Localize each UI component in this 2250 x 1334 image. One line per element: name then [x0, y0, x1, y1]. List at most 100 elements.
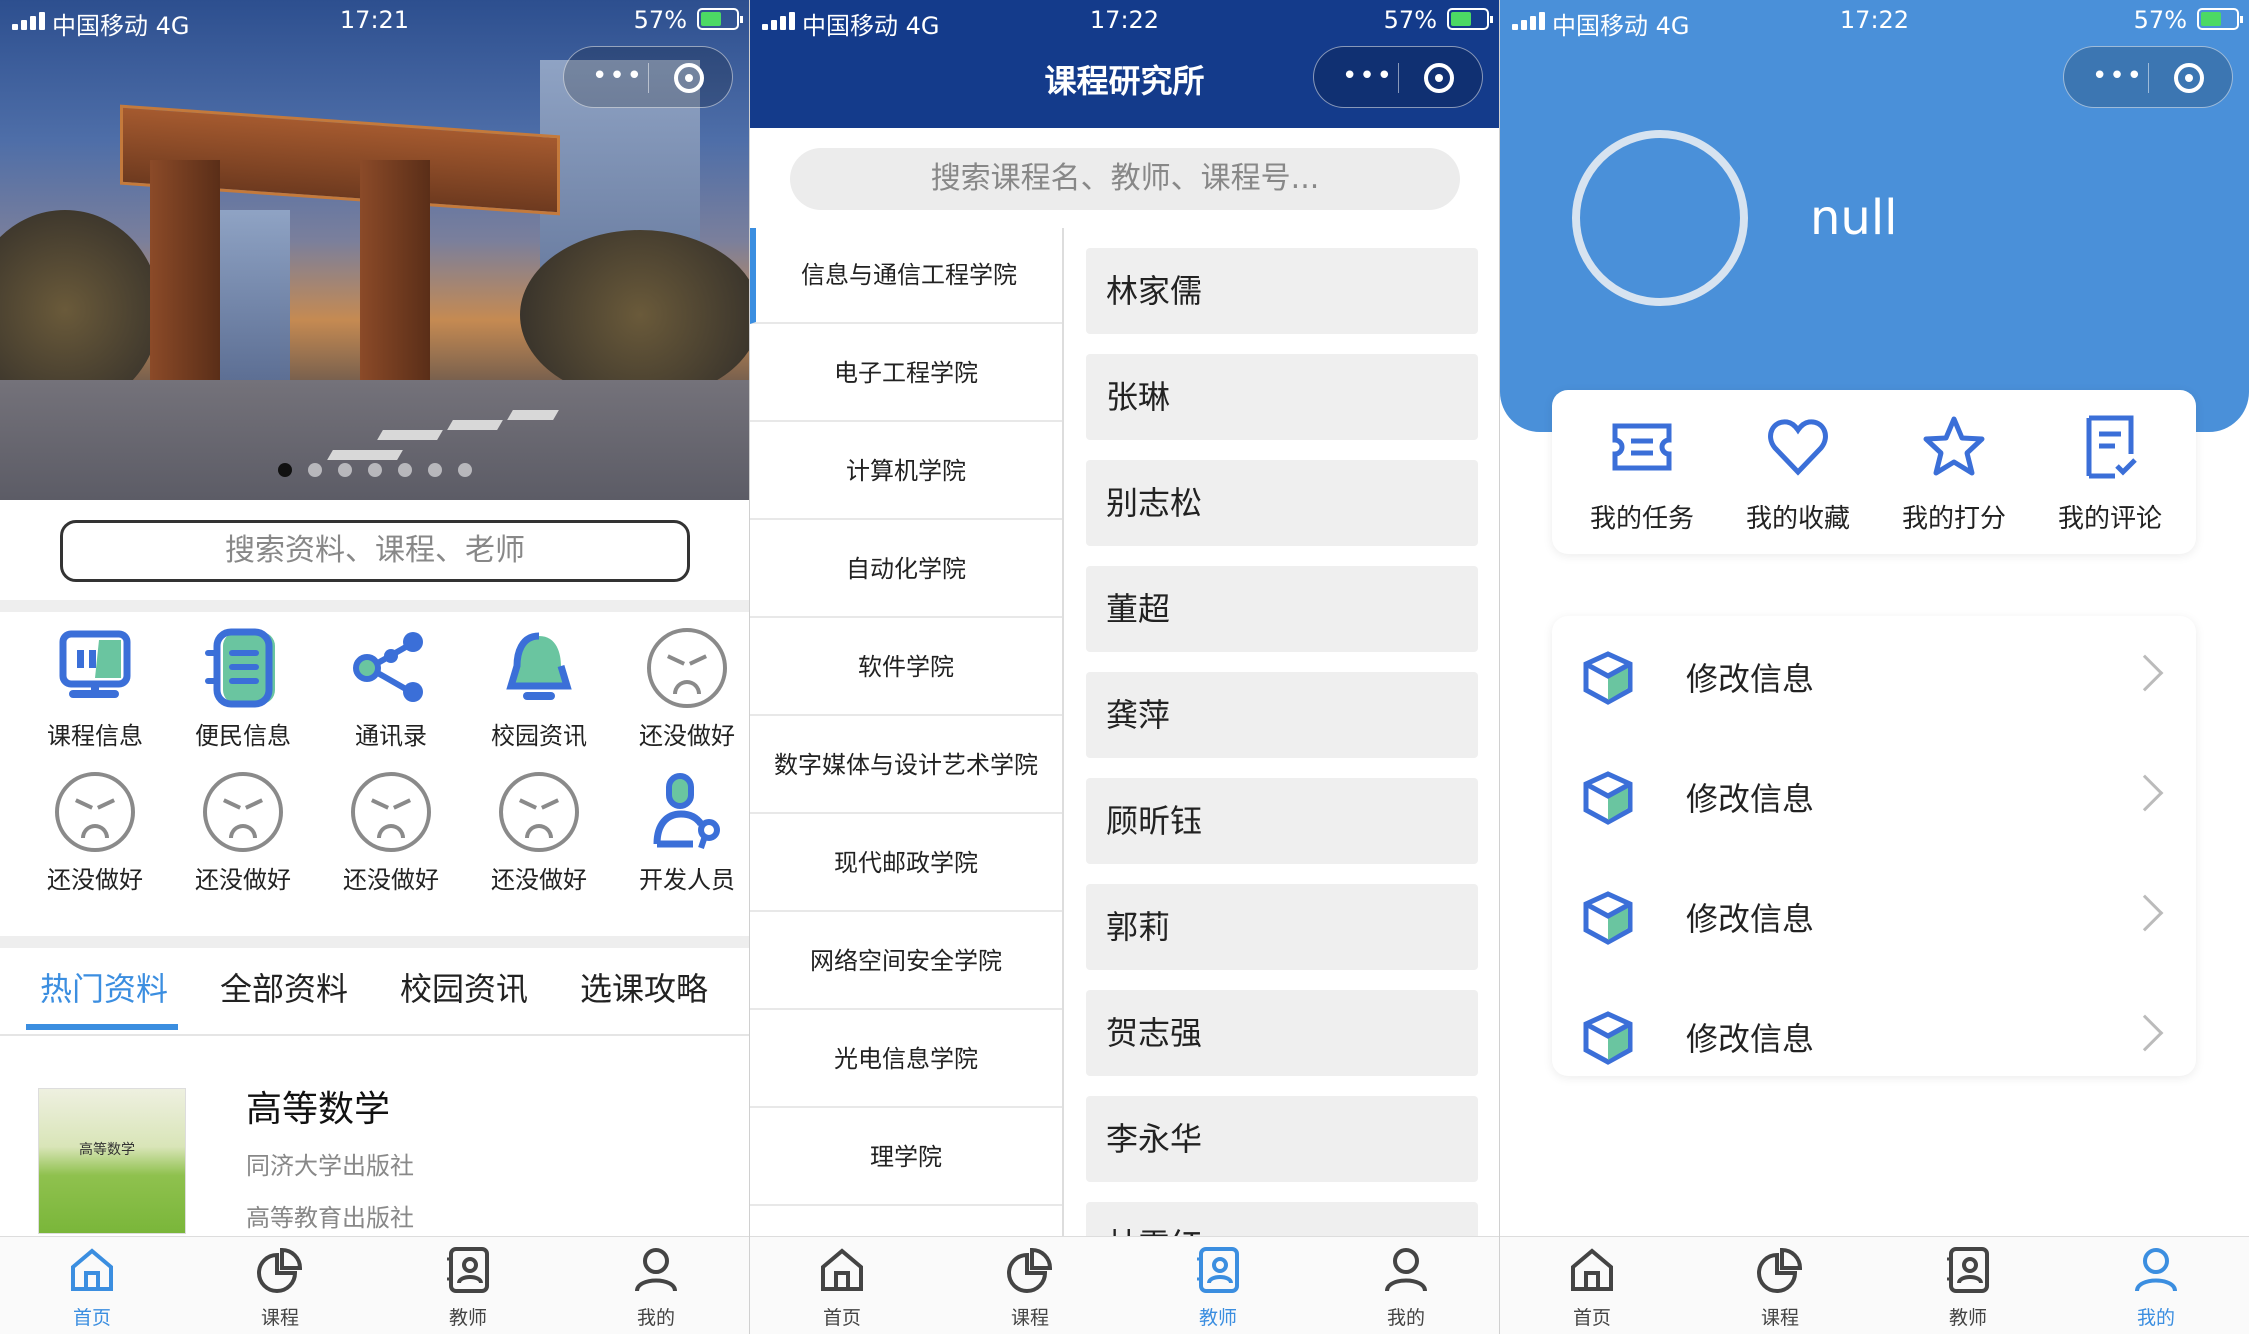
college-item[interactable]: 计算机学院 [750, 424, 1062, 520]
college-item[interactable]: 理学院 [750, 1110, 1062, 1206]
carousel-dot[interactable] [397, 463, 412, 477]
tabbar-courses[interactable]: 课程 [230, 1245, 330, 1330]
tabbar-courses[interactable]: 课程 [980, 1245, 1080, 1330]
teacher-card[interactable]: 别志松 [1086, 460, 1478, 546]
tabbar-teachers[interactable]: 教师 [1918, 1245, 2018, 1330]
teacher-card[interactable]: 贺志强 [1086, 990, 1478, 1076]
tabbar-home[interactable]: 首页 [42, 1245, 142, 1330]
search-input[interactable]: 搜索资料、课程、老师 [60, 520, 690, 582]
teacher-card[interactable]: 李永华 [1086, 1096, 1478, 1182]
grid-item-not-ready[interactable]: 还没做好 [168, 764, 308, 894]
tabbar-label: 课程 [1010, 1307, 1049, 1329]
more-icon[interactable]: ••• [2092, 63, 2144, 89]
quick-action-label: 我的收藏 [1745, 504, 1850, 534]
edit-info-item[interactable]: 修改信息 [1552, 736, 2196, 856]
close-target-icon[interactable] [1424, 63, 1454, 93]
grid-item-label: 还没做好 [639, 722, 735, 750]
grid-item-contacts[interactable]: 通讯录 [316, 620, 456, 750]
banner-road [0, 380, 749, 500]
tabbar-teachers[interactable]: 教师 [1168, 1245, 1268, 1330]
teacher-card[interactable]: 林家儒 [1086, 248, 1478, 334]
carousel-dot[interactable] [457, 463, 472, 477]
carousel-dot[interactable] [427, 463, 442, 477]
my-comments-button[interactable]: 我的评论 [2040, 414, 2180, 535]
tabbar-mine[interactable]: 我的 [1356, 1245, 1456, 1330]
edit-info-item[interactable]: 修改信息 [1552, 976, 2196, 1096]
college-item[interactable]: 光电信息学院 [750, 1012, 1062, 1108]
grid-item-label: 课程信息 [47, 722, 143, 750]
more-icon[interactable]: ••• [592, 63, 644, 89]
carousel-dot[interactable] [337, 463, 352, 477]
bottom-tab-bar: 首页 课程 教师 我的 [0, 1236, 749, 1334]
close-target-icon[interactable] [2174, 63, 2204, 93]
college-list: 信息与通信工程学院 电子工程学院 计算机学院 自动化学院 软件学院 数字媒体与设… [750, 228, 1064, 1236]
user-icon [2135, 1248, 2177, 1292]
mini-program-capsule[interactable]: ••• [1313, 46, 1483, 108]
mini-program-capsule[interactable]: ••• [2063, 46, 2233, 108]
tabbar-courses[interactable]: 课程 [1730, 1245, 1830, 1330]
book-cover: 高等数学 [38, 1088, 186, 1234]
college-item[interactable]: 数字媒体与设计艺术学院 [750, 718, 1062, 814]
battery-percent: 57% [633, 6, 687, 34]
college-item[interactable]: 信息与通信工程学院 [750, 228, 1062, 324]
tab-course-guide[interactable]: 选课攻略 [580, 964, 708, 1010]
grid-item-developers[interactable]: 开发人员 [612, 764, 749, 894]
road-stripe [377, 430, 443, 440]
college-item[interactable]: 现代邮政学院 [750, 816, 1062, 912]
tab-hot-resources[interactable]: 热门资料 [40, 964, 168, 1010]
close-target-icon[interactable] [674, 63, 704, 93]
my-favorites-button[interactable]: 我的收藏 [1728, 414, 1868, 535]
status-bar: 中国移动 4G 17:22 57% [750, 0, 1499, 40]
grid-item-convenience-info[interactable]: 便民信息 [168, 620, 308, 750]
tabbar-mine[interactable]: 我的 [606, 1245, 706, 1330]
grid-item-not-ready[interactable]: 还没做好 [464, 764, 604, 894]
settings-list: 修改信息 修改信息 修改信息 修改信息 [1552, 616, 2196, 1076]
list-item-label: 修改信息 [1686, 1020, 1815, 1058]
my-ratings-button[interactable]: 我的打分 [1884, 414, 2024, 535]
tabbar-teachers[interactable]: 教师 [418, 1245, 518, 1330]
college-item[interactable]: 电子工程学院 [750, 326, 1062, 422]
capsule-divider [2148, 63, 2149, 93]
carousel-dot[interactable] [277, 463, 292, 477]
course-info-icon [59, 630, 131, 698]
grid-item-not-ready[interactable]: 还没做好 [612, 620, 749, 750]
tabbar-label: 我的 [1386, 1307, 1425, 1329]
more-icon[interactable]: ••• [1342, 63, 1394, 89]
tabbar-home[interactable]: 首页 [1542, 1245, 1642, 1330]
quick-actions: 我的任务 我的收藏 我的打分 我的评论 [1552, 390, 2196, 554]
college-item[interactable]: 软件学院 [750, 620, 1062, 716]
my-tasks-button[interactable]: 我的任务 [1572, 414, 1712, 535]
teacher-card[interactable]: 张琳 [1086, 354, 1478, 440]
grid-item-not-ready[interactable]: 还没做好 [316, 764, 456, 894]
carousel-dot[interactable] [367, 463, 382, 477]
edit-info-item[interactable]: 修改信息 [1552, 856, 2196, 976]
college-item[interactable]: 网络空间安全学院 [750, 914, 1062, 1010]
grid-item-not-ready[interactable]: 还没做好 [20, 764, 160, 894]
grid-item-course-info[interactable]: 课程信息 [20, 620, 160, 750]
teacher-card[interactable]: 顾昕钰 [1086, 778, 1478, 864]
tabbar-label: 教师 [1198, 1307, 1237, 1329]
carousel-indicator[interactable] [0, 462, 749, 481]
avatar[interactable] [1572, 130, 1748, 306]
course-search-input[interactable]: 搜索课程名、教师、课程号... [790, 148, 1460, 210]
tab-campus-news[interactable]: 校园资讯 [400, 964, 528, 1010]
edit-info-item[interactable]: 修改信息 [1552, 616, 2196, 736]
grid-item-label: 还没做好 [47, 866, 143, 894]
college-item[interactable]: 自动化学院 [750, 522, 1062, 618]
tab-all-resources[interactable]: 全部资料 [220, 964, 348, 1010]
teacher-card[interactable]: 龚萍 [1086, 672, 1478, 758]
teacher-card[interactable]: 郭莉 [1086, 884, 1478, 970]
chevron-right-icon [2126, 654, 2164, 692]
home-icon [71, 1248, 113, 1291]
gate-pillar [360, 160, 430, 400]
carousel-dot[interactable] [307, 463, 322, 477]
grid-item-campus-news[interactable]: 校园资讯 [464, 620, 604, 750]
home-screen: 中国移动 4G 17:21 57% ••• 搜索资料、课程、老师 课程信息 便民… [0, 0, 749, 1334]
resource-publisher: 同济大学出版社 [246, 1152, 414, 1180]
teacher-card[interactable]: 董超 [1086, 566, 1478, 652]
tabbar-mine[interactable]: 我的 [2106, 1245, 2206, 1330]
mini-program-capsule[interactable]: ••• [563, 46, 733, 108]
tabbar-home[interactable]: 首页 [792, 1245, 892, 1330]
star-icon [1923, 416, 1985, 476]
list-item-label: 修改信息 [1686, 780, 1815, 818]
